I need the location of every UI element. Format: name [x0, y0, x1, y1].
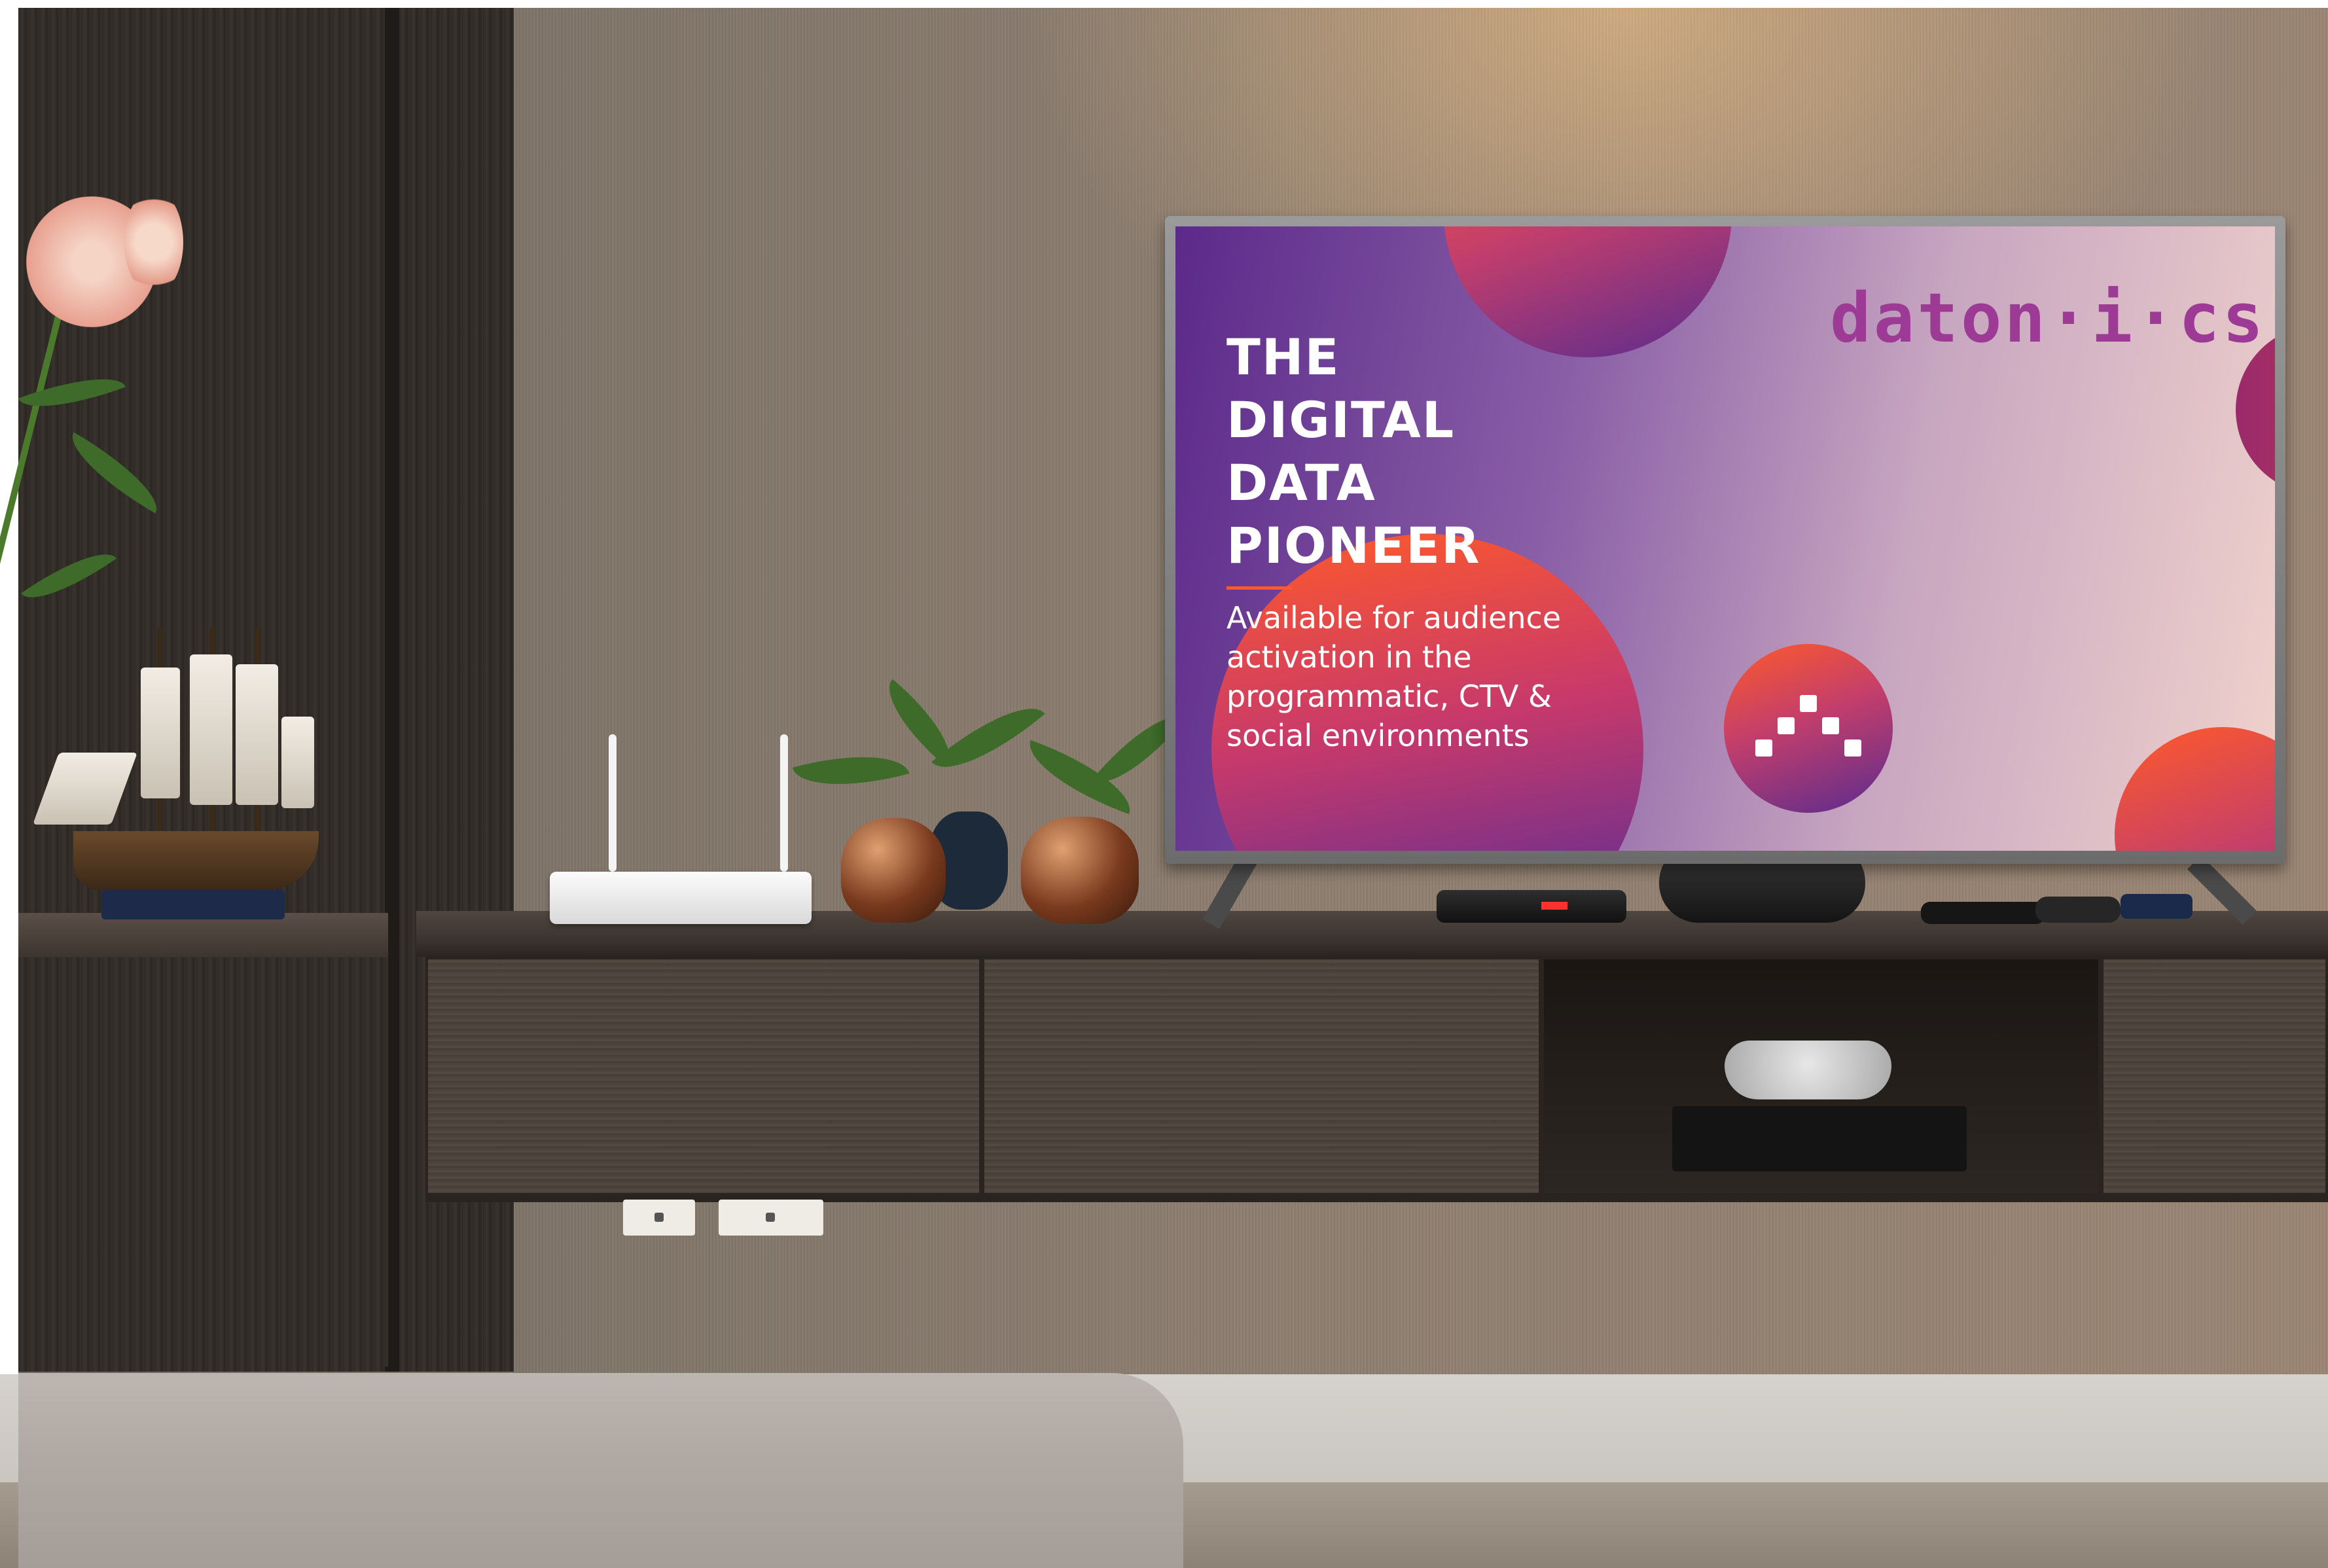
logo-dot [1844, 739, 1861, 757]
tv-subtext: Available for audience activation in the… [1227, 598, 1685, 755]
console-bottom-edge [425, 1194, 2328, 1202]
room-scene: THE DIGITAL DATA PIONEER Available for a… [0, 0, 2328, 1568]
ship-sail [141, 668, 180, 798]
dots-triangle-icon [1724, 644, 1893, 813]
headline-line: DATA [1227, 454, 1376, 512]
game-controller [1725, 1041, 1891, 1099]
console-drawer [425, 957, 982, 1196]
logo-dot [1822, 717, 1839, 734]
tv-headline: THE DIGITAL DATA PIONEER [1227, 326, 1685, 577]
wall-outlet [623, 1200, 695, 1236]
router-antenna [609, 734, 617, 872]
ship-stand [101, 890, 285, 919]
lily-flower-bud [124, 190, 183, 294]
tv-screen: THE DIGITAL DATA PIONEER Available for a… [1175, 226, 2275, 851]
ship-sail [236, 664, 278, 805]
decorative-circle [2115, 727, 2275, 851]
headline-line: THE [1227, 328, 1340, 386]
outlet-socket [766, 1213, 775, 1222]
headline-line: DIGITAL [1227, 391, 1456, 449]
headline-line: PIONEER [1227, 516, 1481, 575]
ship-sail [281, 717, 314, 808]
copper-plant-pot [841, 818, 946, 923]
ship-hull [73, 831, 319, 890]
subtext-line: Available for audience [1227, 600, 1562, 635]
logo-dot [1778, 717, 1795, 734]
wall-outlet [719, 1200, 823, 1236]
subtext-line: programmatic, CTV & [1227, 679, 1552, 714]
toy-car [2121, 894, 2193, 919]
remote-control [1921, 902, 2045, 924]
set-top-box-display [1541, 902, 1567, 910]
sofa-foreground [18, 1373, 1183, 1568]
copper-plant-pot [1021, 817, 1139, 924]
left-cabinet [18, 957, 388, 1366]
logo-dot [1755, 739, 1772, 757]
outlet-socket [654, 1213, 664, 1222]
wifi-router [550, 872, 812, 924]
console-drawer [2101, 957, 2328, 1196]
accent-divider [1227, 586, 1292, 590]
router-antenna [780, 734, 788, 872]
subtext-line: activation in the [1227, 639, 1472, 675]
console-drawer [982, 957, 1541, 1196]
subtext-line: social environments [1227, 718, 1530, 753]
brand-logo: daton·i·cs [1830, 278, 2266, 358]
remote-control [2035, 897, 2121, 923]
set-top-box [1437, 890, 1626, 923]
game-console [1672, 1106, 1967, 1171]
left-shelf [18, 913, 388, 957]
ship-sail [190, 654, 232, 805]
logo-dot [1800, 695, 1817, 712]
